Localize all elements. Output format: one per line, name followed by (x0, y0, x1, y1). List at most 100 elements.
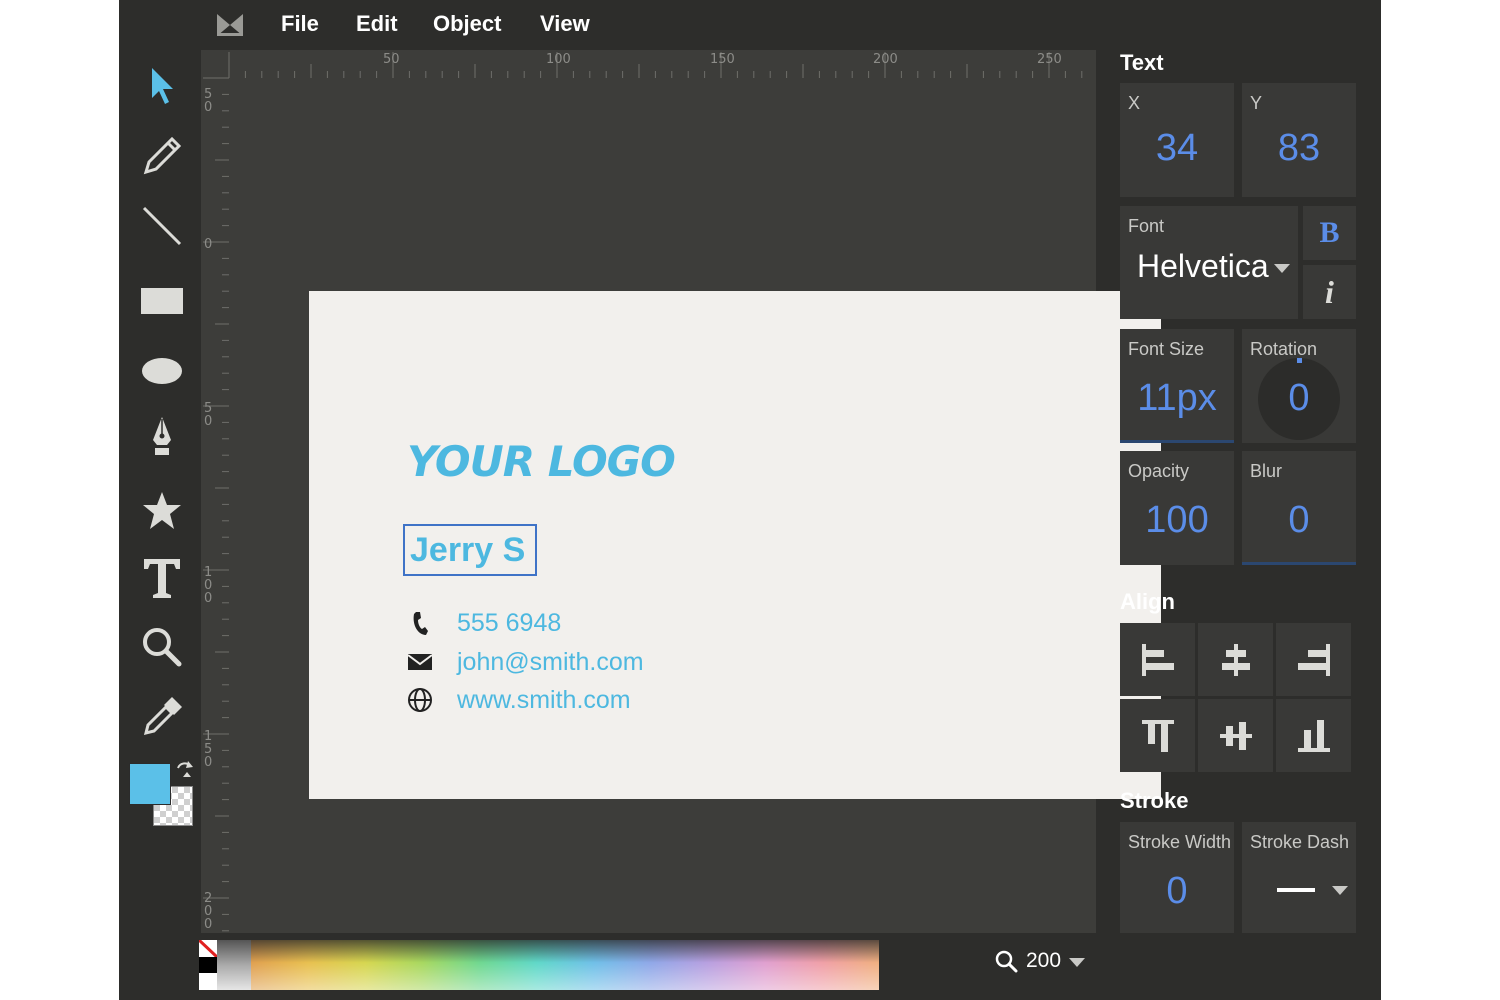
select-tool[interactable] (139, 63, 185, 109)
align-top-button[interactable] (1120, 699, 1195, 772)
rectangle-tool[interactable] (139, 278, 185, 324)
contact-email-text[interactable]: john@smith.com (457, 648, 644, 677)
ruler-label: 200 (873, 52, 898, 67)
text-tool[interactable] (139, 555, 185, 601)
text-icon (144, 559, 180, 598)
blur-label: Blur (1250, 461, 1283, 481)
y-field[interactable]: Y 83 (1242, 83, 1356, 197)
zoom-icon (143, 628, 182, 667)
font-value[interactable]: Helvetica (1137, 248, 1269, 285)
fill-color-swatch[interactable] (129, 763, 171, 805)
align-center-icon (1221, 643, 1250, 676)
ruler-label: 5 0 (204, 87, 213, 115)
star-icon (143, 492, 181, 529)
ruler-label: 2 0 0 (204, 891, 213, 932)
align-right-icon (1297, 643, 1330, 676)
line-icon (142, 206, 182, 246)
font-size-field[interactable]: Font Size 11px (1120, 329, 1234, 443)
search-icon (995, 950, 1018, 973)
pen-tool[interactable] (139, 413, 185, 459)
align-right-button[interactable] (1276, 623, 1351, 696)
app-window: File Edit Object View YOUR LOGO Jerry S … (119, 0, 1381, 1000)
app-logo-icon[interactable] (217, 14, 243, 36)
blur-value[interactable]: 0 (1242, 499, 1356, 542)
stroke-width-field[interactable]: Stroke Width 0 (1120, 822, 1234, 933)
swap-colors-icon[interactable] (173, 758, 195, 780)
menu-object[interactable]: Object (433, 11, 501, 37)
selected-text-box[interactable]: Jerry S (403, 524, 537, 576)
contact-email-row: john@smith.com (407, 647, 644, 677)
stroke-width-value[interactable]: 0 (1120, 870, 1234, 913)
font-size-value[interactable]: 11px (1120, 377, 1234, 420)
ellipse-tool[interactable] (139, 348, 185, 394)
line-tool[interactable] (139, 203, 185, 249)
align-panel-title: Align (1120, 589, 1175, 614)
contact-phone-text[interactable]: 555 6948 (457, 609, 561, 638)
menu-file[interactable]: File (281, 11, 319, 37)
contact-website-text[interactable]: www.smith.com (457, 686, 631, 715)
mail-icon (407, 649, 433, 675)
canvas-area[interactable]: YOUR LOGO Jerry S 555 6948 john@smith.co… (201, 50, 1161, 933)
font-size-slider-track[interactable] (1120, 440, 1234, 443)
color-palette[interactable] (199, 940, 879, 990)
text-panel-title: Text (1120, 50, 1164, 75)
zoom-tool[interactable] (139, 624, 185, 670)
font-size-label: Font Size (1128, 339, 1205, 359)
italic-icon: i (1325, 273, 1334, 310)
contact-website-row: www.smith.com (407, 685, 631, 715)
align-bottom-button[interactable] (1276, 699, 1351, 772)
menu-bar: File Edit Object View (119, 0, 1381, 50)
x-field[interactable]: X 34 (1120, 83, 1234, 197)
blur-slider-track[interactable] (1242, 562, 1356, 565)
opacity-field[interactable]: Opacity 100 (1120, 451, 1234, 565)
font-label: Font (1128, 216, 1165, 236)
chevron-down-icon (1274, 264, 1290, 273)
x-value[interactable]: 34 (1120, 127, 1234, 170)
rotation-field[interactable]: Rotation 0 (1242, 329, 1356, 443)
menu-view[interactable]: View (540, 11, 590, 37)
italic-button[interactable]: i (1303, 265, 1356, 319)
white-swatch[interactable] (199, 973, 217, 990)
ellipse-icon (142, 358, 182, 384)
ruler-label: 1 0 0 (204, 565, 213, 606)
align-left-button[interactable] (1120, 623, 1195, 696)
ruler-label: 5 0 (204, 401, 213, 429)
stroke-dash-select[interactable]: Stroke Dash (1242, 822, 1356, 933)
opacity-value[interactable]: 100 (1120, 499, 1234, 542)
bold-icon: B (1319, 216, 1340, 249)
y-value[interactable]: 83 (1242, 127, 1356, 170)
zoom-select[interactable]: 200 (994, 946, 1086, 976)
chevron-down-icon (1332, 886, 1348, 895)
align-top-icon (1141, 719, 1174, 752)
no-color-swatch[interactable] (199, 940, 217, 957)
star-tool[interactable] (139, 488, 185, 534)
blur-field[interactable]: Blur 0 (1242, 451, 1356, 565)
align-middle-button[interactable] (1198, 699, 1273, 772)
font-select[interactable]: Font Helvetica (1120, 206, 1298, 319)
card-name-text[interactable]: Jerry S (410, 531, 525, 569)
black-swatch[interactable] (199, 957, 217, 973)
hue-swatches[interactable] (251, 940, 879, 990)
menu-edit[interactable]: Edit (356, 11, 398, 37)
ruler-label: 150 (710, 52, 735, 67)
opacity-label: Opacity (1128, 461, 1190, 481)
ruler-vertical: 5 0 0 5 0 1 0 0 1 5 0 2 0 0 (201, 50, 229, 933)
eyedropper-tool[interactable] (139, 694, 185, 740)
select-icon (152, 68, 173, 104)
align-center-button[interactable] (1198, 623, 1273, 696)
ruler-horizontal: 50 100 150 200 250 (201, 50, 1096, 78)
solid-line-icon (1277, 888, 1315, 892)
stroke-panel-title: Stroke (1120, 788, 1189, 813)
zoom-value: 200 (1026, 949, 1062, 972)
pencil-tool[interactable] (139, 133, 185, 179)
rotation-value[interactable]: 0 (1242, 377, 1356, 420)
pen-icon (153, 417, 171, 455)
align-bottom-icon (1297, 719, 1330, 752)
gray-swatches[interactable] (217, 940, 251, 990)
eyedropper-icon (143, 697, 182, 736)
globe-icon (407, 687, 433, 713)
business-card[interactable]: YOUR LOGO Jerry S 555 6948 john@smith.co… (309, 291, 1161, 799)
bold-button[interactable]: B (1303, 206, 1356, 260)
card-logo-text[interactable]: YOUR LOGO (407, 437, 676, 486)
rectangle-icon (141, 288, 183, 314)
